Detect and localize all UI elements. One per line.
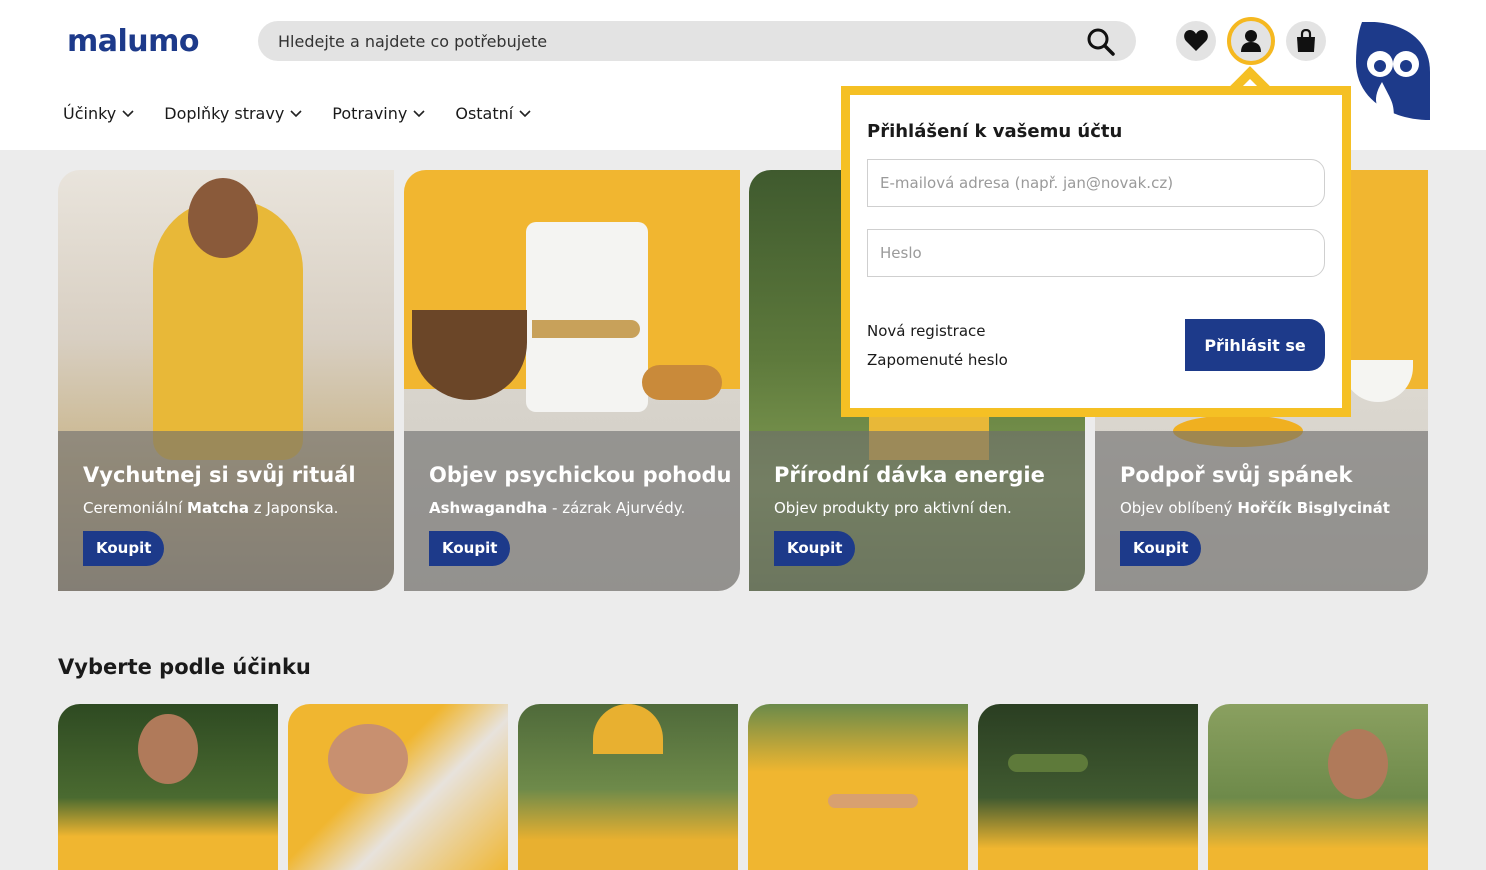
chevron-down-icon — [122, 109, 134, 117]
nav-item-doplnky-stravy[interactable]: Doplňky stravy — [164, 104, 302, 123]
banner-text: Objev oblíbený Hořčík Bisglycinát — [1120, 499, 1390, 517]
effect-tile[interactable] — [978, 704, 1198, 870]
user-icon — [1241, 30, 1261, 52]
account-button[interactable] — [1227, 17, 1275, 65]
nav-item-ucinky[interactable]: Účinky — [63, 104, 134, 123]
banner-text: Objev produkty pro aktivní den. — [774, 499, 1012, 517]
nav-item-potraviny[interactable]: Potraviny — [332, 104, 425, 123]
banner-text-pre: Ceremoniální — [83, 499, 188, 517]
tile-image — [1328, 729, 1388, 799]
shopping-bag-icon — [1297, 29, 1315, 52]
effect-tile[interactable] — [748, 704, 968, 870]
banner-text-post: z Japonska. — [248, 499, 339, 517]
search-bar — [258, 21, 1136, 61]
chevron-down-icon — [519, 109, 531, 117]
search-input[interactable] — [278, 21, 1078, 61]
nav-item-label: Účinky — [63, 104, 117, 123]
promo-banner-ashwagandha[interactable]: Objev psychickou pohodu Ashwagandha - zá… — [404, 170, 740, 591]
banner-title: Přírodní dávka energie — [774, 463, 1045, 487]
tile-image — [138, 714, 198, 784]
effect-tile[interactable] — [1208, 704, 1428, 870]
search-icon[interactable] — [1086, 27, 1116, 57]
banner-title: Vychutnej si svůj rituál — [83, 463, 356, 487]
section-title: Vyberte podle účinku — [58, 655, 311, 679]
effect-tile[interactable] — [58, 704, 278, 870]
tile-image — [1008, 754, 1088, 772]
nav-item-ostatni[interactable]: Ostatní — [455, 104, 531, 123]
banner-text-pre: Objev produkty pro aktivní den. — [774, 499, 1012, 517]
banner-text-bold: Ashwagandha — [429, 499, 548, 517]
tile-image — [828, 794, 918, 808]
buy-button[interactable]: Koupit — [1120, 531, 1202, 566]
password-field[interactable] — [867, 229, 1325, 277]
chevron-down-icon — [413, 109, 425, 117]
banner-text-bold: Matcha — [187, 499, 249, 517]
effect-tile[interactable] — [518, 704, 738, 870]
forgot-password-link[interactable]: Zapomenuté heslo — [867, 351, 1008, 369]
login-popup: Přihlášení k vašemu účtu Nová registrace… — [841, 86, 1351, 417]
banner-title: Objev psychickou pohodu — [429, 463, 732, 487]
buy-button[interactable]: Koupit — [774, 531, 856, 566]
mascot-owl-icon — [1356, 22, 1430, 120]
heart-icon — [1184, 30, 1208, 51]
banner-text: Ceremoniální Matcha z Japonska. — [83, 499, 338, 517]
promo-banner-matcha[interactable]: Vychutnej si svůj rituál Ceremoniální Ma… — [58, 170, 394, 591]
email-field[interactable] — [867, 159, 1325, 207]
buy-button[interactable]: Koupit — [429, 531, 511, 566]
main-nav: Účinky Doplňky stravy Potraviny Ostatní — [63, 104, 561, 123]
login-button[interactable]: Přihlásit se — [1185, 319, 1325, 371]
cart-button[interactable] — [1286, 21, 1326, 61]
buy-button[interactable]: Koupit — [83, 531, 165, 566]
tile-image — [328, 724, 408, 794]
banner-text-bold: Hořčík Bisglycinát — [1237, 499, 1390, 517]
tile-image — [593, 704, 663, 754]
chevron-down-icon — [290, 109, 302, 117]
banner-title: Podpoř svůj spánek — [1120, 463, 1353, 487]
effect-tile[interactable] — [288, 704, 508, 870]
banner-text-pre: Objev oblíbený — [1120, 499, 1238, 517]
site-logo[interactable]: malumo — [67, 24, 200, 59]
popup-title: Přihlášení k vašemu účtu — [867, 121, 1123, 142]
nav-item-label: Doplňky stravy — [164, 104, 285, 123]
nav-item-label: Potraviny — [332, 104, 408, 123]
banner-text: Ashwagandha - zázrak Ajurvédy. — [429, 499, 685, 517]
favorites-button[interactable] — [1176, 21, 1216, 61]
nav-item-label: Ostatní — [455, 104, 514, 123]
register-link[interactable]: Nová registrace — [867, 322, 986, 340]
banner-text-post: - zázrak Ajurvédy. — [547, 499, 686, 517]
